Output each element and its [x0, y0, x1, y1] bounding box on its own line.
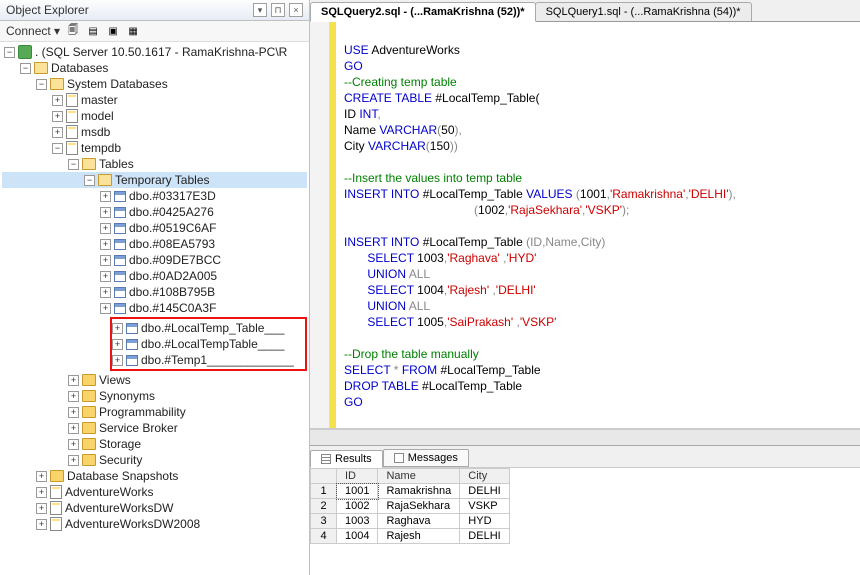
grid-row[interactable]: 21002RajaSekharaVSKP — [311, 499, 510, 514]
tree-temp-table-item[interactable]: +dbo.#0425A276 — [2, 204, 307, 220]
tree-synonyms[interactable]: +Synonyms — [2, 388, 307, 404]
document-tabs: SQLQuery2.sql - (...RamaKrishna (52))* S… — [310, 0, 860, 22]
tree-temp-table-item[interactable]: +dbo.#09DE7BCC — [2, 252, 307, 268]
table-icon — [114, 239, 126, 250]
tree-views[interactable]: +Views — [2, 372, 307, 388]
tree-storage[interactable]: +Storage — [2, 436, 307, 452]
tree-temp-table-item[interactable]: +dbo.#0519C6AF — [2, 220, 307, 236]
grid-col-name[interactable]: Name — [378, 469, 460, 484]
table-icon — [114, 207, 126, 218]
tab-sqlquery1[interactable]: SQLQuery1.sql - (...RamaKrishna (54))* — [535, 2, 752, 21]
grid-col-id[interactable]: ID — [337, 469, 378, 484]
object-explorer-header: Object Explorer ▾ ⊓ × — [0, 0, 309, 21]
grid-header-row: ID Name City — [311, 469, 510, 484]
grid-col-city[interactable]: City — [460, 469, 509, 484]
tree-temp-table-item[interactable]: +dbo.#03317E3D — [2, 188, 307, 204]
tree-temp-table-item[interactable]: +dbo.#145C0A3F — [2, 300, 307, 316]
pin-icon[interactable]: ⊓ — [271, 3, 285, 17]
server-icon[interactable]: ▦ — [126, 24, 140, 38]
folder-icon — [82, 454, 96, 466]
editor-area: USE AdventureWorksGO--Creating temp tabl… — [310, 22, 860, 429]
highlight-box: +dbo.#LocalTemp_Table___ +dbo.#LocalTemp… — [110, 317, 307, 371]
refresh-icon[interactable]: 🗐 — [66, 24, 80, 38]
tree-temp-table-item[interactable]: +dbo.#0AD2A005 — [2, 268, 307, 284]
database-icon — [50, 517, 62, 531]
tree-db-tempdb[interactable]: −tempdb — [2, 140, 307, 156]
table-icon — [114, 287, 126, 298]
horizontal-scrollbar[interactable] — [310, 429, 860, 445]
database-icon — [66, 125, 78, 139]
results-tabs: Results Messages — [310, 446, 860, 468]
table-icon — [114, 271, 126, 282]
tree-db-adventureworksdw[interactable]: +AdventureWorksDW — [2, 500, 307, 516]
grid-icon — [321, 454, 331, 464]
database-icon — [50, 485, 62, 499]
tree-db-adventureworksdw2008[interactable]: +AdventureWorksDW2008 — [2, 516, 307, 532]
connect-toolbar: Connect ▾ 🗐 ▤ ▣ ▦ — [0, 21, 309, 42]
folder-icon — [98, 174, 112, 186]
tab-results[interactable]: Results — [310, 450, 383, 468]
table-icon — [126, 339, 138, 350]
object-explorer-panel: Object Explorer ▾ ⊓ × Connect ▾ 🗐 ▤ ▣ ▦ … — [0, 0, 310, 575]
panel-title: Object Explorer — [6, 3, 89, 17]
tree-db-master[interactable]: +master — [2, 92, 307, 108]
table-icon — [114, 303, 126, 314]
tree-temp-table-item[interactable]: +dbo.#Temp1_____________ — [112, 352, 305, 368]
messages-icon — [394, 453, 404, 463]
tree-temporary-tables[interactable]: −Temporary Tables — [2, 172, 307, 188]
tree-tables[interactable]: −Tables — [2, 156, 307, 172]
folder-icon — [34, 62, 48, 74]
tab-sqlquery2[interactable]: SQLQuery2.sql - (...RamaKrishna (52))* — [310, 2, 536, 22]
folder-icon — [50, 470, 64, 482]
grid-row[interactable]: 31003RaghavaHYD — [311, 514, 510, 529]
results-grid[interactable]: ID Name City 11001RamakrishnaDELHI 21002… — [310, 468, 860, 575]
folder-icon — [82, 158, 96, 170]
results-pane: Results Messages ID Name City 11001Ramak… — [310, 445, 860, 575]
folder-icon — [50, 78, 64, 90]
tree-db-snapshots[interactable]: +Database Snapshots — [2, 468, 307, 484]
tree-temp-table-item[interactable]: +dbo.#108B795B — [2, 284, 307, 300]
tree-temp-table-item[interactable]: +dbo.#08EA5793 — [2, 236, 307, 252]
tab-messages[interactable]: Messages — [383, 449, 469, 467]
tree-programmability[interactable]: +Programmability — [2, 404, 307, 420]
tree-server-node[interactable]: −. (SQL Server 10.50.1617 - RamaKrishna-… — [2, 44, 307, 60]
stop-icon[interactable]: ▣ — [106, 24, 120, 38]
sql-editor[interactable]: USE AdventureWorksGO--Creating temp tabl… — [336, 22, 860, 428]
folder-icon — [82, 422, 96, 434]
folder-icon — [82, 390, 96, 402]
tree-databases[interactable]: −Databases — [2, 60, 307, 76]
tree-temp-table-item[interactable]: +dbo.#LocalTempTable____ — [112, 336, 305, 352]
connect-button[interactable]: Connect ▾ — [6, 24, 60, 38]
table-icon — [126, 323, 138, 334]
tree-db-model[interactable]: +model — [2, 108, 307, 124]
database-icon — [66, 141, 78, 155]
object-tree[interactable]: −. (SQL Server 10.50.1617 - RamaKrishna-… — [0, 42, 309, 575]
filter-icon[interactable]: ▤ — [86, 24, 100, 38]
database-icon — [66, 109, 78, 123]
tree-system-databases[interactable]: −System Databases — [2, 76, 307, 92]
folder-icon — [82, 438, 96, 450]
table-icon — [114, 223, 126, 234]
folder-icon — [82, 374, 96, 386]
dropdown-icon[interactable]: ▾ — [253, 3, 267, 17]
table-icon — [114, 191, 126, 202]
database-icon — [50, 501, 62, 515]
tree-temp-table-item[interactable]: +dbo.#LocalTemp_Table___ — [112, 320, 305, 336]
tree-db-adventureworks[interactable]: +AdventureWorks — [2, 484, 307, 500]
tree-service-broker[interactable]: +Service Broker — [2, 420, 307, 436]
table-icon — [114, 255, 126, 266]
server-icon — [18, 45, 32, 59]
grid-corner — [311, 469, 337, 484]
close-icon[interactable]: × — [289, 3, 303, 17]
editor-panel: SQLQuery2.sql - (...RamaKrishna (52))* S… — [310, 0, 860, 575]
folder-icon — [82, 406, 96, 418]
grid-row[interactable]: 11001RamakrishnaDELHI — [311, 484, 510, 499]
fold-gutter — [310, 22, 330, 428]
grid-row[interactable]: 41004RajeshDELHI — [311, 529, 510, 544]
tree-security[interactable]: +Security — [2, 452, 307, 468]
database-icon — [66, 93, 78, 107]
tree-db-msdb[interactable]: +msdb — [2, 124, 307, 140]
table-icon — [126, 355, 138, 366]
